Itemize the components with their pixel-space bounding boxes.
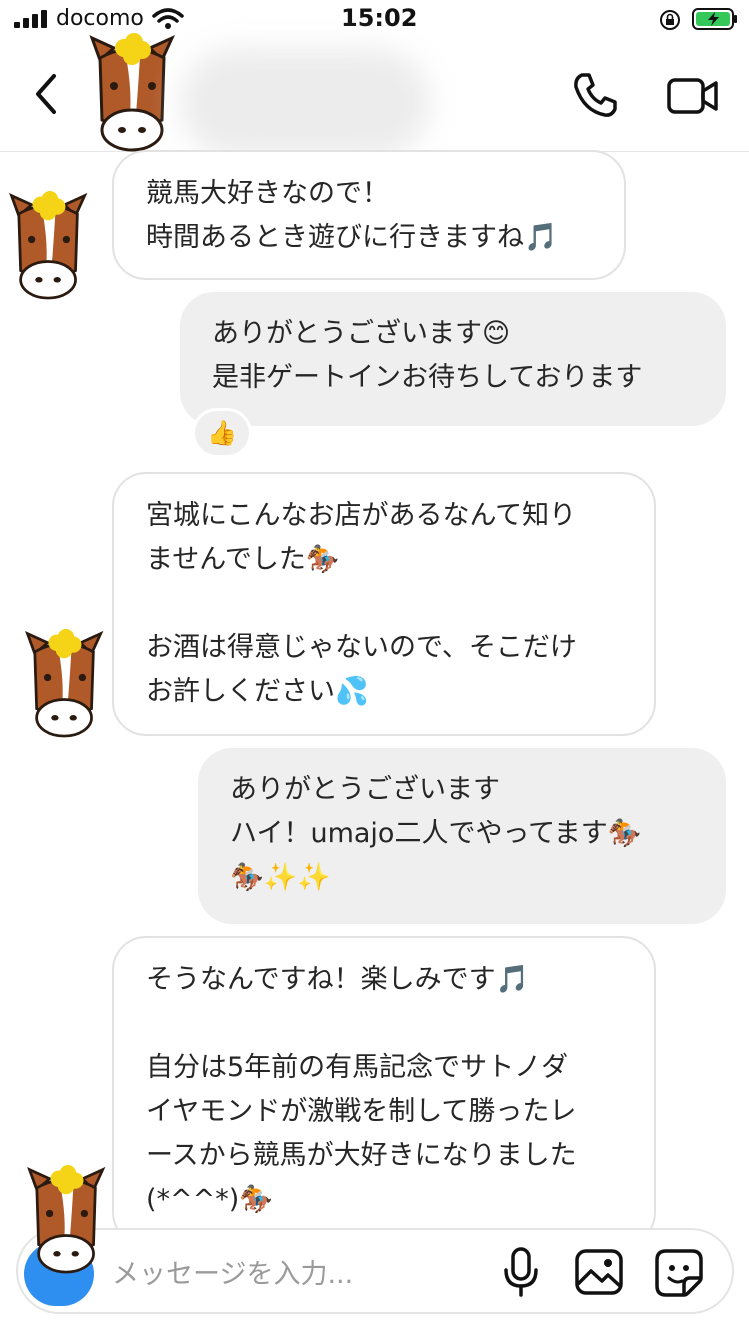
phone-icon[interactable] [572,72,618,118]
message-text: 競馬大好きなので！ 時間あるとき遊びに行きますね🎵 [146,178,558,253]
message-bubble-incoming[interactable]: 宮城にこんなお店があるなんて知り ませんでした🏇 お酒は得意じゃないので、そこだ… [112,472,656,736]
carrier-name: docomo [56,6,144,31]
video-camera-icon[interactable] [666,74,720,118]
message-bubble-incoming[interactable]: そうなんですね！楽しみです🎵 自分は5年前の有馬記念でサトノダ イヤモンドが激戦… [112,936,656,1246]
chat-header [0,33,749,158]
chevron-left-icon[interactable] [30,70,62,118]
reaction-badge[interactable]: 👍 [192,408,252,458]
sticker-icon[interactable] [654,1248,704,1298]
microphone-icon[interactable] [500,1246,542,1298]
clock: 15:02 [341,4,418,32]
message-text: ありがとうございます😊 是非ゲートインお待ちしております [212,318,643,393]
sender-avatar[interactable] [24,1160,110,1278]
message-text: ありがとうございます ハイ！umajo二人でやってます🏇 🏇✨✨ [230,774,642,893]
contact-avatar[interactable] [86,30,180,154]
signal-icon [14,10,47,28]
message-bubble-outgoing[interactable]: ありがとうございます ハイ！umajo二人でやってます🏇 🏇✨✨ [198,748,726,924]
wifi-icon [152,8,184,29]
battery-icon [692,8,737,30]
sender-avatar[interactable] [6,186,92,304]
orientation-lock-icon [660,10,680,30]
message-text: 宮城にこんなお店があるなんて知り ませんでした🏇 お酒は得意じゃないので、そこだ… [146,500,577,707]
image-icon[interactable] [574,1248,624,1296]
message-bubble-incoming[interactable]: 競馬大好きなので！ 時間あるとき遊びに行きますね🎵 [112,150,626,280]
message-bubble-outgoing[interactable]: ありがとうございます😊 是非ゲートインお待ちしております [180,292,726,426]
message-text: そうなんですね！楽しみです🎵 自分は5年前の有馬記念でサトノダ イヤモンドが激戦… [146,964,577,1215]
message-input[interactable]: メッセージを入力... [112,1252,353,1291]
sender-avatar[interactable] [22,624,108,742]
contact-name-blurred [180,48,430,158]
